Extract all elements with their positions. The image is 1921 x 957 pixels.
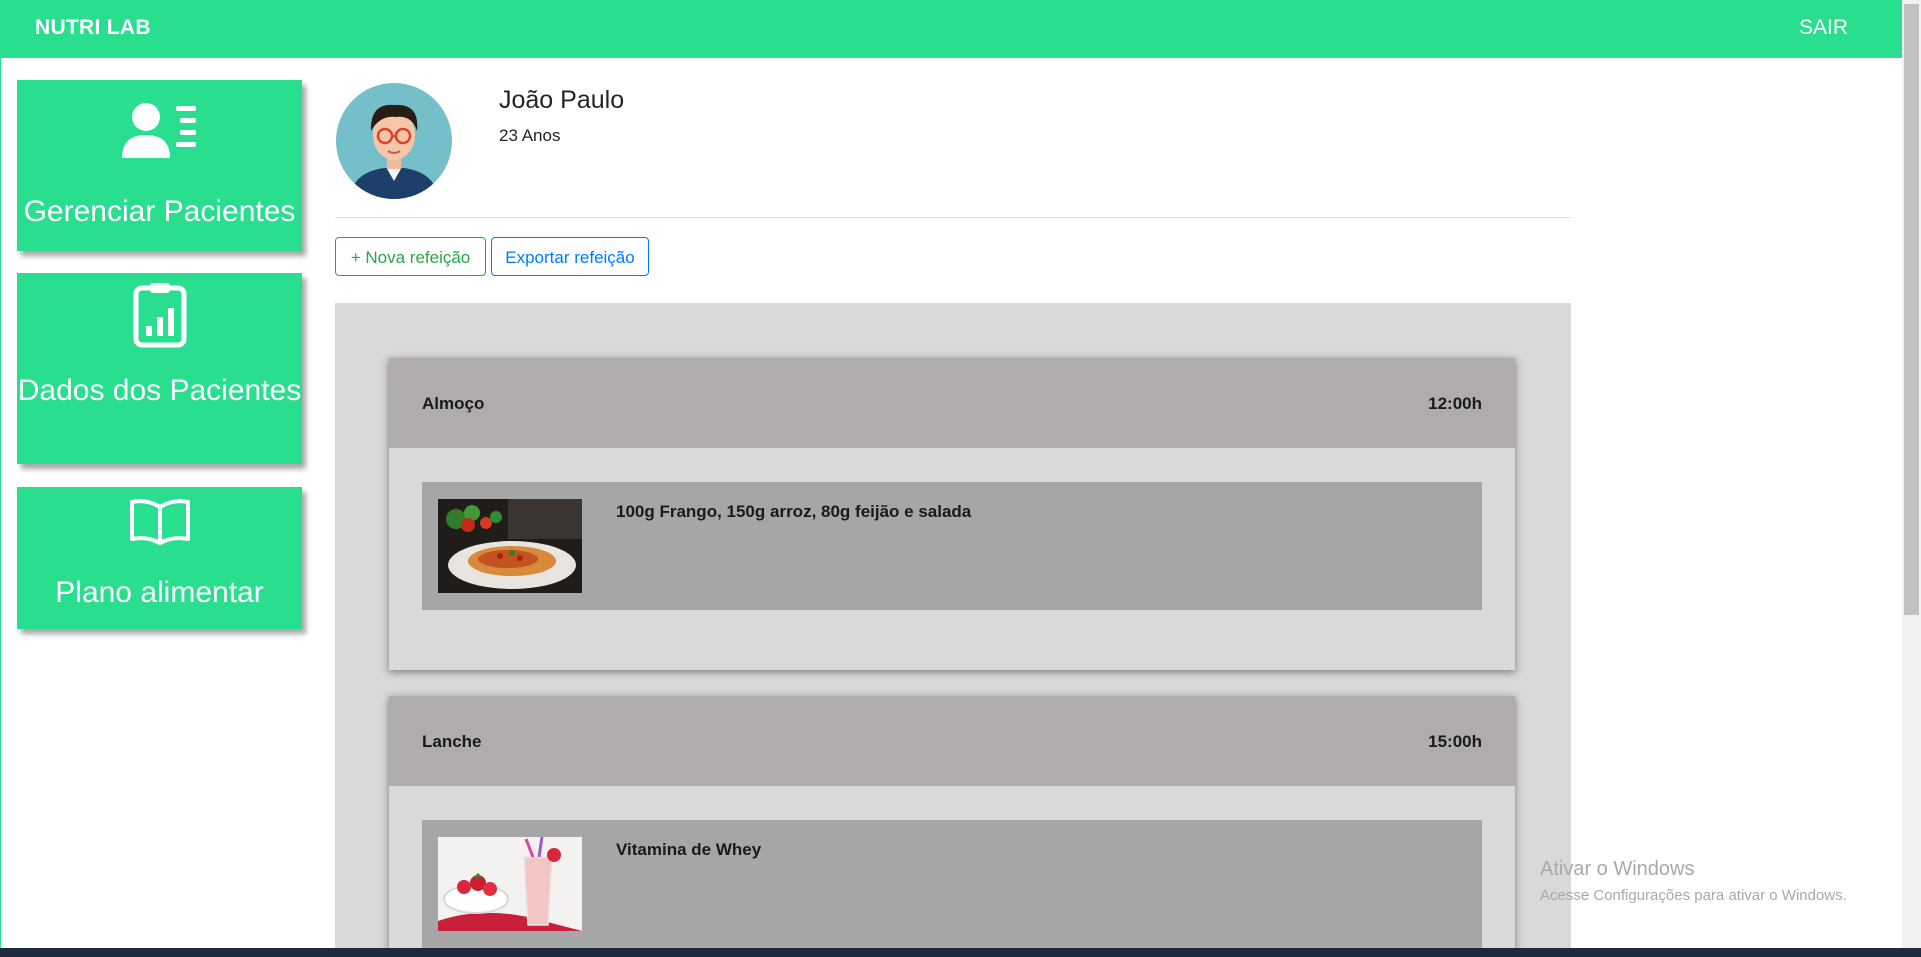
new-meal-button[interactable]: + Nova refeição	[335, 237, 486, 276]
sidebar-item-dados-pacientes[interactable]: Dados dos Pacientes	[17, 273, 302, 464]
meal-time: 15:00h	[1428, 732, 1482, 751]
user-list-icon	[121, 103, 196, 158]
patient-name: João Paulo	[499, 86, 625, 114]
spaghetti-plate-image	[438, 499, 582, 593]
patient-age: 23 Anos	[499, 126, 561, 145]
meal-card: Almoço 12:00h 100g Frango, 150g arroz, 8…	[389, 358, 1515, 670]
meal-item-description: 100g Frango, 150g arroz, 80g feijão e sa…	[616, 502, 972, 521]
scrollbar-thumb[interactable]	[1904, 4, 1919, 615]
meal-title: Lanche	[422, 732, 482, 751]
meal-item: 100g Frango, 150g arroz, 80g feijão e sa…	[422, 482, 1482, 610]
top-navbar: NUTRI LAB SAIR	[0, 0, 1902, 58]
taskbar-strip	[0, 948, 1921, 957]
meal-card: Lanche 15:00h Vitamina de Whey	[389, 696, 1515, 948]
watermark-title: Ativar o Windows	[1540, 858, 1695, 880]
meal-item: Vitamina de Whey	[422, 820, 1482, 948]
export-meal-button[interactable]: Exportar refeição	[491, 237, 649, 276]
meal-header: Lanche 15:00h	[389, 696, 1515, 786]
open-book-icon	[129, 499, 190, 545]
patient-avatar	[336, 83, 452, 199]
header-divider	[335, 217, 1571, 218]
sidebar-item-label: Dados dos Pacientes	[17, 374, 302, 407]
meals-panel: Almoço 12:00h 100g Frango, 150g arroz, 8…	[335, 303, 1571, 948]
meal-title: Almoço	[422, 394, 485, 413]
avatar-icon	[336, 83, 452, 199]
strawberry-smoothie-image	[438, 837, 582, 931]
meal-item-description: Vitamina de Whey	[616, 840, 762, 859]
watermark-subtitle: Acesse Configurações para ativar o Windo…	[1540, 887, 1847, 904]
sidebar-item-plano-alimentar[interactable]: Plano alimentar	[17, 487, 302, 629]
left-edge-line	[0, 58, 1, 948]
meal-time: 12:00h	[1428, 394, 1482, 413]
brand-logo[interactable]: NUTRI LAB	[35, 16, 151, 40]
sidebar-item-gerenciar-pacientes[interactable]: Gerenciar Pacientes	[17, 80, 302, 251]
clipboard-chart-icon	[133, 283, 186, 348]
sidebar-item-label: Gerenciar Pacientes	[23, 195, 296, 228]
logout-link[interactable]: SAIR	[1799, 16, 1848, 40]
windows-activation-watermark: Ativar o Windows Acesse Configurações pa…	[1540, 858, 1847, 904]
meal-header: Almoço 12:00h	[389, 358, 1515, 448]
sidebar-item-label: Plano alimentar	[55, 576, 264, 609]
